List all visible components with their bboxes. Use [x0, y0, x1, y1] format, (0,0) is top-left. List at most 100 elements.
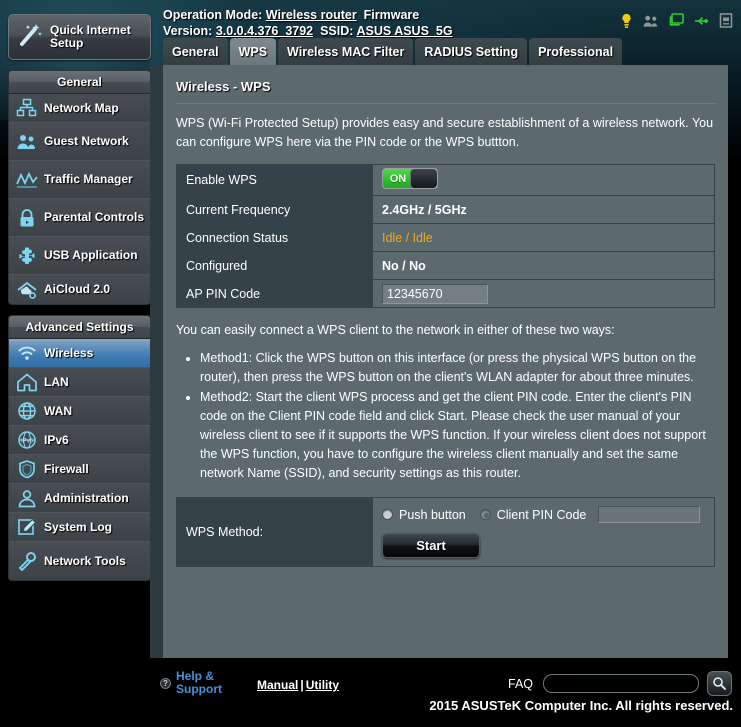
tab-strip: General WPS Wireless MAC Filter RADIUS S…: [163, 38, 624, 65]
client-pin-radio[interactable]: [479, 509, 491, 520]
home-icon: [13, 370, 41, 394]
row-value-connection-status: Idle / Idle: [372, 223, 715, 252]
usb-icon[interactable]: [693, 12, 709, 29]
question-mark-icon: ?: [160, 677, 171, 689]
page-description: WPS (Wi-Fi Protected Setup) provides eas…: [176, 116, 714, 149]
sidebar-item-label: Traffic Manager: [44, 172, 133, 186]
search-icon: [713, 677, 726, 690]
router-admin-window: Quick Internet Setup General Network Map: [0, 0, 741, 727]
printer-log-icon[interactable]: [718, 12, 734, 29]
sidebar-item-label: AiCloud 2.0: [44, 282, 111, 296]
aicloud-icon: [13, 278, 41, 302]
help-support-link[interactable]: ? Help & Support: [160, 670, 222, 696]
wps-methods-list: Method1: Click the WPS button on this in…: [200, 349, 715, 483]
sidebar-item-lan[interactable]: LAN: [9, 368, 150, 397]
sidebar-item-parental-controls[interactable]: Parental Controls: [9, 199, 150, 237]
sidebar-item-label: Firewall: [44, 461, 89, 476]
advanced-menu-group: Advanced Settings Wireless LAN WAN IPv6 …: [8, 315, 151, 581]
sidebar-item-label: LAN: [44, 374, 69, 389]
sidebar-item-label: IPv6: [44, 432, 69, 447]
panel-left-strip: [150, 65, 163, 658]
sidebar-item-label: Parental Controls: [44, 210, 145, 224]
sidebar-item-system-log[interactable]: System Log: [9, 513, 150, 542]
help-line-2: Support: [176, 682, 222, 696]
sidebar-item-label: Network Tools: [44, 553, 126, 568]
sidebar-item-traffic-manager[interactable]: Traffic Manager: [9, 161, 150, 199]
shield-icon: [13, 457, 41, 481]
row-label-connection-status: Connection Status: [176, 223, 373, 252]
row-value-ap-pin-code: [372, 279, 715, 308]
sidebar-item-label: System Log: [44, 519, 113, 534]
footer-links: Manual | Utility: [257, 678, 339, 692]
svg-text:IPv6: IPv6: [21, 438, 34, 444]
row-label-current-frequency: Current Frequency: [176, 195, 373, 224]
start-button[interactable]: Start: [382, 533, 480, 558]
operation-mode-link[interactable]: Wireless router: [266, 8, 357, 22]
lock-icon: [13, 206, 41, 230]
client-pin-input[interactable]: [598, 506, 701, 523]
table-row: AP PIN Code: [176, 279, 715, 308]
sidebar-item-label: USB Application: [44, 248, 138, 262]
manual-link[interactable]: Manual: [257, 678, 298, 692]
sidebar-item-wireless[interactable]: Wireless: [9, 339, 150, 368]
guest-network-icon: [13, 130, 41, 154]
howto-intro: You can easily connect a WPS client to t…: [176, 323, 615, 337]
table-row: Current Frequency 2.4GHz / 5GHz: [176, 195, 715, 224]
list-item: Method1: Click the WPS button on this in…: [200, 349, 715, 387]
enable-wps-toggle[interactable]: ON: [382, 168, 438, 189]
row-value-enable-wps: ON: [372, 164, 715, 196]
sidebar-item-network-map[interactable]: Network Map: [9, 94, 150, 123]
advanced-group-header: Advanced Settings: [9, 316, 150, 339]
sidebar-item-ipv6[interactable]: IPv6 IPv6: [9, 426, 150, 455]
help-support-label: Help & Support: [176, 670, 222, 696]
sidebar-item-aicloud[interactable]: AiCloud 2.0: [9, 275, 150, 304]
tab-wireless-mac-filter[interactable]: Wireless MAC Filter: [278, 38, 414, 65]
traffic-manager-icon: [13, 168, 41, 192]
guest-users-icon[interactable]: [643, 12, 659, 29]
clients-monitor-icon[interactable]: [668, 12, 684, 29]
usb-puzzle-icon: [13, 244, 41, 268]
sidebar-item-label: WAN: [44, 403, 72, 418]
tab-general[interactable]: General: [163, 38, 228, 65]
sidebar-item-administration[interactable]: Administration: [9, 484, 150, 513]
content-panel: Wireless - WPS WPS (Wi-Fi Protected Setu…: [163, 65, 728, 658]
ssid-label: SSID:: [320, 24, 354, 38]
alert-bulb-icon[interactable]: [618, 12, 634, 29]
quick-internet-setup-button[interactable]: Quick Internet Setup: [8, 14, 151, 60]
title-divider: [176, 103, 715, 104]
sidebar-item-network-tools[interactable]: Network Tools: [9, 542, 150, 580]
tab-professional[interactable]: Professional: [529, 38, 623, 65]
sidebar-item-label: Wireless: [44, 345, 94, 360]
firmware-version-link[interactable]: 3.0.0.4.376_3792: [216, 24, 313, 38]
push-button-radio[interactable]: [382, 509, 393, 520]
wps-method-table: WPS Method: Push button Client PIN Code …: [176, 497, 715, 567]
operation-mode-label: Operation Mode:: [163, 8, 263, 22]
row-label-enable-wps: Enable WPS: [176, 164, 373, 196]
magic-wand-icon: [15, 20, 45, 55]
search-button[interactable]: [707, 671, 732, 696]
list-item: Method2: Start the client WPS process an…: [200, 388, 715, 483]
faq-search-input[interactable]: [543, 674, 699, 693]
toggle-on-label: ON: [383, 169, 413, 188]
tab-wps[interactable]: WPS: [229, 38, 277, 65]
sidebar-item-wan[interactable]: WAN: [9, 397, 150, 426]
copyright-text: 2015 ASUSTeK Computer Inc. All rights re…: [429, 698, 733, 713]
firmware-version-label: Version:: [163, 24, 213, 38]
wrench-icon: [13, 549, 41, 573]
sidebar-item-label: Network Map: [44, 100, 119, 115]
wps-method-label: WPS Method:: [176, 497, 373, 567]
push-button-label: Push button: [399, 507, 466, 522]
status-icon-tray: [618, 12, 734, 29]
utility-link[interactable]: Utility: [306, 678, 339, 692]
sidebar-item-firewall[interactable]: Firewall: [9, 455, 150, 484]
globe-icon: [13, 399, 41, 423]
page-title: Wireless - WPS: [176, 79, 271, 94]
tab-radius-setting[interactable]: RADIUS Setting: [415, 38, 528, 65]
sidebar-item-usb-application[interactable]: USB Application: [9, 237, 150, 275]
ssid-link[interactable]: ASUS ASUS_5G: [356, 24, 452, 38]
sidebar-item-guest-network[interactable]: Guest Network: [9, 123, 150, 161]
table-row: WPS Method: Push button Client PIN Code …: [176, 497, 715, 567]
ap-pin-code-input[interactable]: [382, 283, 488, 304]
quick-internet-setup-label: Quick Internet Setup: [50, 23, 131, 50]
ipv6-globe-icon: IPv6: [13, 428, 41, 452]
